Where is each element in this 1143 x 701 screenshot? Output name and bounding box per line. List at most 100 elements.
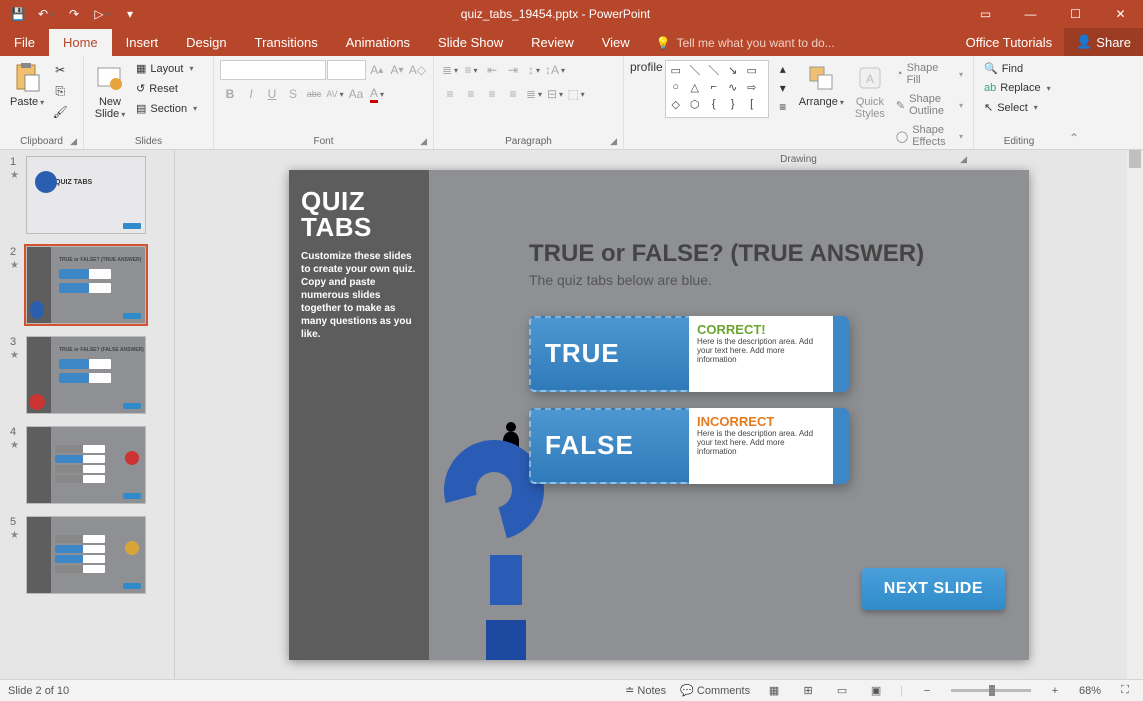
cut-button[interactable]: ✂ <box>50 60 70 80</box>
shape-star2-icon[interactable]: ✦ <box>687 114 703 118</box>
tab-design[interactable]: Design <box>172 29 240 56</box>
text-direction-button[interactable]: ↕A▾ <box>545 60 565 80</box>
thumbnail-2[interactable]: 2 ★ TRUE or FALSE? (TRUE ANSWER) <box>0 240 174 330</box>
change-case-button[interactable]: Aa <box>346 84 366 104</box>
thumbnail-preview[interactable]: QUIZ TABS <box>26 156 146 234</box>
align-center-button[interactable]: ≡ <box>461 84 481 104</box>
shape-brace2-icon[interactable]: } <box>725 97 741 111</box>
vertical-scrollbar[interactable] <box>1127 150 1143 679</box>
char-spacing-button[interactable]: AV▾ <box>325 84 345 104</box>
bullets-button[interactable]: ≣▾ <box>440 60 460 80</box>
shape-oval-icon[interactable]: ○ <box>668 80 684 94</box>
chevron-down-icon[interactable]: ▾ <box>106 10 110 19</box>
layout-button[interactable]: ▦Layout▾ <box>132 60 201 77</box>
thumbnail-preview[interactable]: TRUE or FALSE? (TRUE ANSWER) <box>26 246 146 324</box>
shape-diamond-icon[interactable]: ◇ <box>668 97 684 111</box>
zoom-level[interactable]: 68% <box>1079 685 1101 697</box>
font-family-combo[interactable] <box>220 60 326 80</box>
decrease-font-button[interactable]: A▾ <box>387 60 406 80</box>
shape-line2-icon[interactable]: ＼ <box>706 63 722 77</box>
shape-rect2-icon[interactable]: ▭ <box>744 63 760 77</box>
arrange-button[interactable]: Arrange▾ <box>795 60 848 110</box>
slide-counter[interactable]: Slide 2 of 10 <box>8 685 69 697</box>
italic-button[interactable]: I <box>241 84 261 104</box>
scrollbar-thumb[interactable] <box>1129 150 1141 168</box>
fit-to-window-button[interactable]: ⛶ <box>1115 683 1135 699</box>
thumbnail-preview[interactable] <box>26 426 146 504</box>
shape-elbow-icon[interactable]: ⌐ <box>706 80 722 94</box>
slide-sorter-button[interactable]: ⊞ <box>798 683 818 699</box>
question-subtitle[interactable]: The quiz tabs below are blue. <box>529 272 712 288</box>
slide-canvas-pane[interactable]: QUIZ TABS Customize these slides to crea… <box>175 150 1143 679</box>
paragraph-dialog-launcher[interactable]: ◢ <box>610 136 617 147</box>
zoom-out-button[interactable]: − <box>917 683 937 699</box>
quick-styles-button[interactable]: A Quick Styles <box>850 60 890 122</box>
office-tutorials-link[interactable]: Office Tutorials <box>954 28 1064 56</box>
numbering-button[interactable]: ≡▾ <box>461 60 481 80</box>
save-button[interactable]: 💾 <box>6 2 30 26</box>
shape-curve-icon[interactable]: ∿ <box>725 80 741 94</box>
undo-button[interactable]: ↶▾ <box>34 2 58 26</box>
bold-button[interactable]: B <box>220 84 240 104</box>
share-button[interactable]: 👤Share <box>1064 28 1143 56</box>
thumbnail-1[interactable]: 1 ★ QUIZ TABS <box>0 150 174 240</box>
thumbnail-preview[interactable]: TRUE or FALSE? (FALSE ANSWER) <box>26 336 146 414</box>
zoom-in-button[interactable]: + <box>1045 683 1065 699</box>
font-dialog-launcher[interactable]: ◢ <box>420 136 427 147</box>
justify-button[interactable]: ≡ <box>503 84 523 104</box>
align-text-button[interactable]: ⊟▾ <box>545 84 565 104</box>
thumbnail-preview[interactable] <box>26 516 146 594</box>
shape-line-icon[interactable]: ＼ <box>687 63 703 77</box>
clipboard-dialog-launcher[interactable]: ◢ <box>70 136 77 147</box>
shape-bracket-icon[interactable]: [ <box>744 97 760 111</box>
shape-arrow2-icon[interactable]: ⇨ <box>744 80 760 94</box>
thumbnail-5[interactable]: 5 ★ <box>0 510 174 600</box>
chevron-down-icon[interactable]: ▾ <box>121 110 125 119</box>
slide-thumbnails-panel[interactable]: 1 ★ QUIZ TABS 2 ★ TRUE or FALSE? (TRUE A… <box>0 150 175 679</box>
shape-effects-button[interactable]: ◯Shape Effects▾ <box>892 122 967 150</box>
align-right-button[interactable]: ≡ <box>482 84 502 104</box>
normal-view-button[interactable]: ▦ <box>764 683 784 699</box>
decrease-indent-button[interactable]: ⇤ <box>482 60 502 80</box>
paste-button[interactable]: Paste▾ <box>6 60 48 110</box>
redo-button[interactable]: ↷ <box>62 2 86 26</box>
select-button[interactable]: ↖Select▾ <box>980 99 1055 116</box>
customize-qat-button[interactable]: ▾ <box>118 2 142 26</box>
tab-home[interactable]: Home <box>49 29 112 56</box>
chevron-down-icon[interactable]: ▾ <box>50 10 54 19</box>
strikethrough-button[interactable]: abc <box>304 84 324 104</box>
notes-button[interactable]: ≐ Notes <box>625 684 666 697</box>
tab-view[interactable]: View <box>588 29 644 56</box>
shape-tri-icon[interactable]: △ <box>687 80 703 94</box>
start-from-beginning-button[interactable]: ▷▾ <box>90 2 114 26</box>
find-button[interactable]: 🔍Find <box>980 60 1055 77</box>
slideshow-view-button[interactable]: ▣ <box>866 683 886 699</box>
comments-button[interactable]: 💬 Comments <box>680 684 750 697</box>
shape-callout-icon[interactable]: ◻ <box>706 114 722 118</box>
tab-slide-show[interactable]: Slide Show <box>424 29 517 56</box>
zoom-slider[interactable] <box>951 689 1031 692</box>
replace-button[interactable]: abReplace▾ <box>980 80 1055 96</box>
font-size-combo[interactable] <box>327 60 366 80</box>
align-left-button[interactable]: ≡ <box>440 84 460 104</box>
tell-me-search[interactable]: 💡Tell me what you want to do... <box>644 30 847 56</box>
tab-review[interactable]: Review <box>517 29 588 56</box>
reset-button[interactable]: ↺Reset <box>132 80 201 97</box>
increase-indent-button[interactable]: ⇥ <box>503 60 523 80</box>
shapes-expand-button[interactable]: ≡ <box>773 98 793 116</box>
slide-side-panel[interactable]: QUIZ TABS Customize these slides to crea… <box>289 170 429 660</box>
shape-outline-button[interactable]: ✎Shape Outline▾ <box>892 91 967 119</box>
tab-animations[interactable]: Animations <box>332 29 424 56</box>
shapes-more-down[interactable]: ▾ <box>773 79 793 97</box>
copy-button[interactable]: ⎘ <box>50 81 70 101</box>
underline-button[interactable]: U <box>262 84 282 104</box>
tab-transitions[interactable]: Transitions <box>241 29 332 56</box>
increase-font-button[interactable]: A▴ <box>367 60 386 80</box>
collapse-ribbon-button[interactable]: ⌃ <box>1069 131 1079 145</box>
thumbnail-3[interactable]: 3 ★ TRUE or FALSE? (FALSE ANSWER) <box>0 330 174 420</box>
chevron-down-icon[interactable]: ▾ <box>40 98 44 107</box>
next-slide-button[interactable]: NEXT SLIDE <box>862 568 1005 610</box>
clear-formatting-button[interactable]: A◇ <box>408 60 427 80</box>
shapes-more-button[interactable]: ▴ <box>773 60 793 78</box>
shape-star-icon[interactable]: ☆ <box>668 114 684 118</box>
